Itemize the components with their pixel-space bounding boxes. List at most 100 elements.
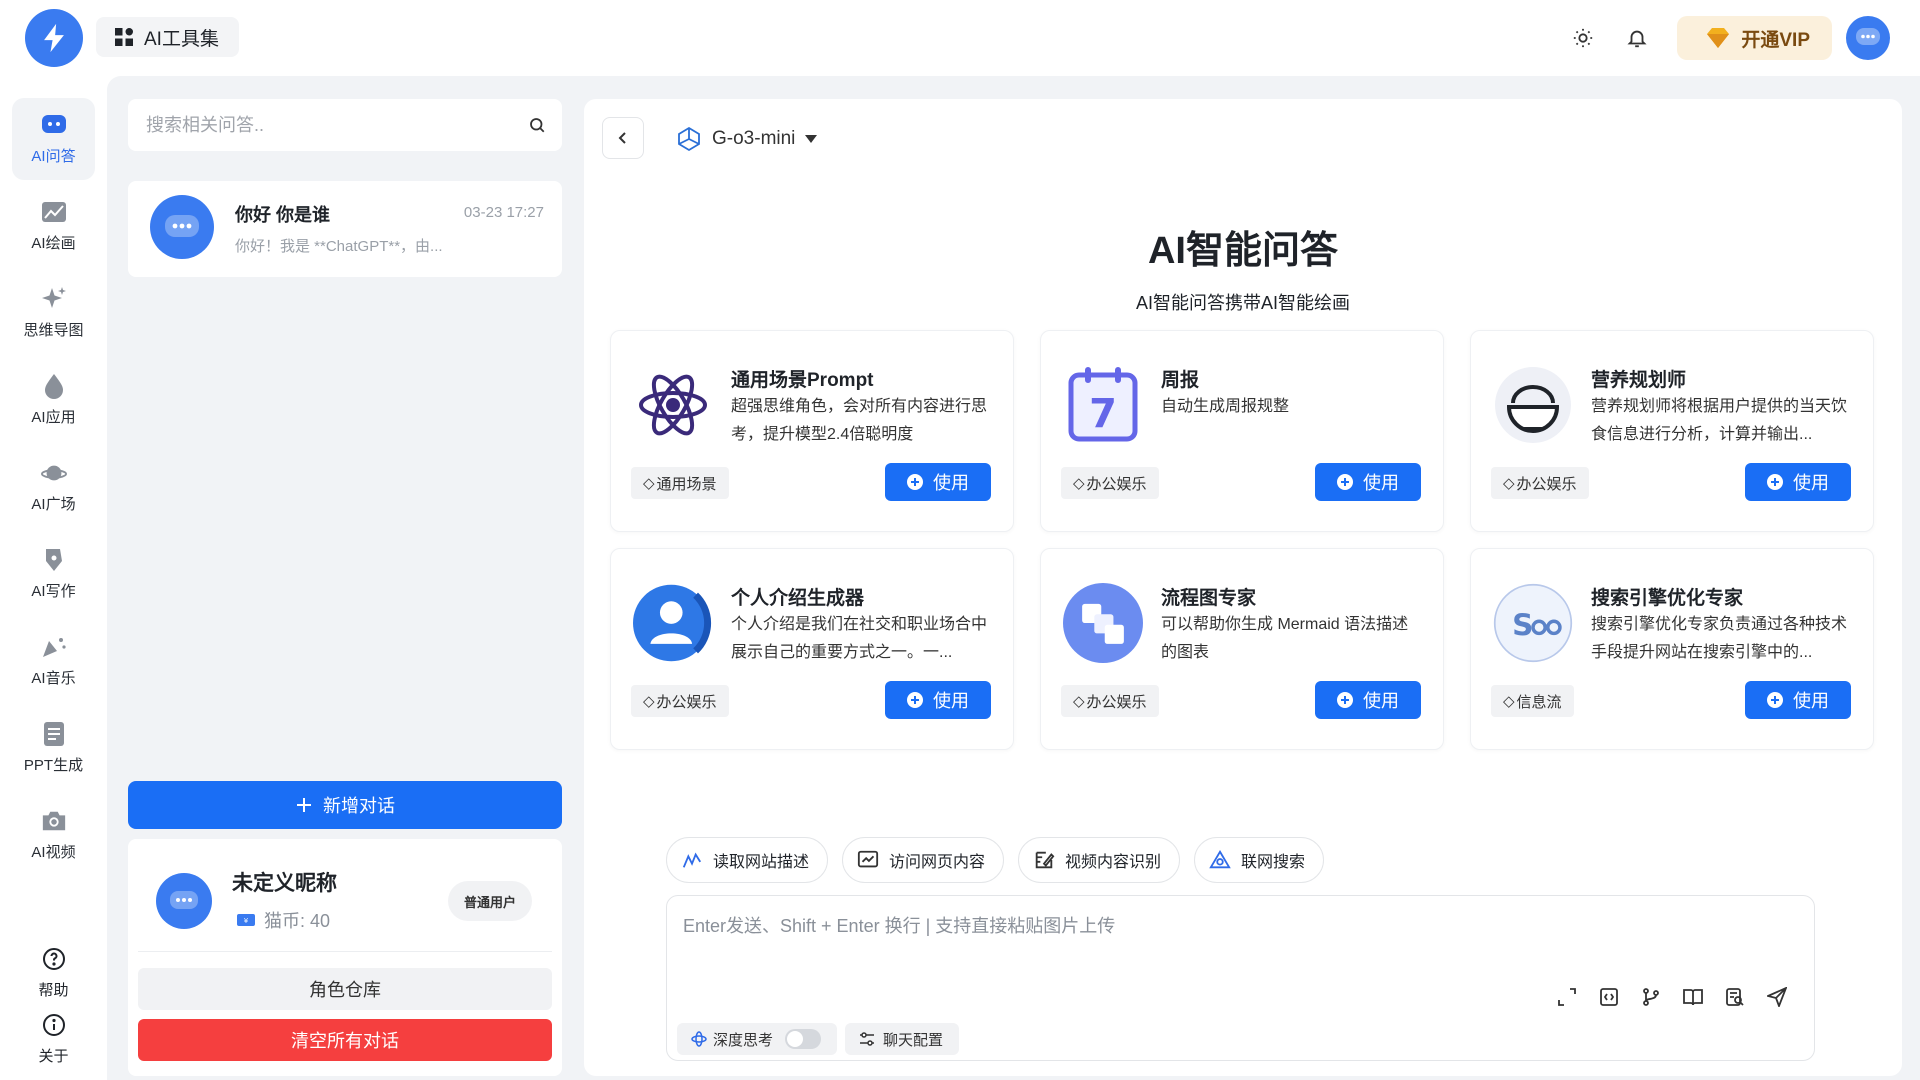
code-button[interactable]: [1598, 986, 1620, 1008]
chip-label: 读取网站描述: [713, 854, 810, 871]
role-library-button[interactable]: 角色仓库: [138, 968, 552, 1010]
nav-about[interactable]: 关于: [12, 1006, 95, 1072]
prompt-card[interactable]: 营养规划师 营养规划师将根据用户提供的当天饮食信息进行分析，计算并输出... ◇…: [1470, 330, 1874, 532]
bowl-icon: [1493, 365, 1573, 445]
chip-web-search[interactable]: 联网搜索: [1194, 837, 1325, 883]
tag-icon: ◇: [1073, 693, 1085, 710]
page-title: AI智能问答: [1147, 230, 1338, 272]
expand-icon: [1558, 988, 1576, 1006]
clear-all-button[interactable]: 清空所有对话: [138, 1019, 552, 1061]
file-search-icon: [1726, 988, 1744, 1006]
prompt-card[interactable]: 通用场景Prompt 超强思维角色，会对所有内容进行思考，提升模型2.4倍聪明度…: [610, 330, 1014, 532]
nav-item-ai-plaza[interactable]: AI广场: [12, 446, 95, 528]
image-icon: [41, 199, 67, 225]
nav-item-ai-video[interactable]: AI视频: [12, 794, 95, 876]
use-button[interactable]: 使用: [885, 463, 991, 501]
use-label: 使用: [1363, 473, 1399, 493]
chat-config-button[interactable]: 聊天配置: [845, 1023, 960, 1055]
tag-icon: ◇: [1503, 475, 1515, 492]
nav-item-ai-music[interactable]: AI音乐: [12, 620, 95, 702]
chip-label: 联网搜索: [1241, 854, 1306, 871]
svg-text:7: 7: [1089, 391, 1117, 437]
card-title: 通用场景Prompt: [731, 370, 874, 391]
use-button[interactable]: 使用: [885, 681, 991, 719]
conversation-search: [128, 99, 562, 151]
deep-think-toggle[interactable]: 深度思考: [677, 1023, 838, 1055]
use-label: 使用: [1793, 473, 1829, 493]
model-selector[interactable]: G-o3-mini: [676, 121, 818, 157]
plus-circle-icon: [1337, 692, 1353, 708]
conversation-preview: 你好！我是 **ChatGPT**，由...: [235, 238, 443, 255]
chip-video-recognition[interactable]: 视频内容识别: [1018, 837, 1181, 883]
sparkle-icon: [41, 286, 67, 312]
user-avatar-top[interactable]: [1846, 16, 1890, 60]
sun-icon: [1574, 28, 1593, 48]
nav-item-ai-painting[interactable]: AI绘画: [12, 185, 95, 267]
chat-bubble-icon: [41, 112, 67, 138]
prompt-card[interactable]: 7 周报 自动生成周报规整 ◇ 办公娱乐 使用: [1040, 330, 1444, 532]
card-tag-label: 办公娱乐: [1086, 693, 1147, 711]
model-name: G-o3-mini: [712, 128, 796, 149]
help-label: 帮助: [38, 982, 69, 999]
chip-read-site[interactable]: 读取网站描述: [666, 837, 829, 883]
prompt-card[interactable]: S 搜索引擎优化专家 搜索引擎优化专家负责通过各种技术手段提升网站在搜索引擎中的…: [1470, 548, 1874, 750]
prompt-card[interactable]: 个人介绍生成器 个人介绍是我们在社交和职业场合中展示自己的重要方式之一。一...…: [610, 548, 1014, 750]
chip-visit-page[interactable]: 访问网页内容: [842, 837, 1005, 883]
search-icon[interactable]: [528, 116, 546, 134]
prompt-card[interactable]: 流程图专家 可以帮助你生成 Mermaid 语法描述的图表 ◇ 办公娱乐 使用: [1040, 548, 1444, 750]
nav-item-ai-qa[interactable]: AI问答: [12, 98, 95, 180]
conversation-item[interactable]: 你好 你是谁 03-23 17:27 你好！我是 **ChatGPT**，由..…: [128, 181, 562, 277]
nav-label: AI写作: [31, 583, 76, 600]
plus-circle-icon: [907, 692, 923, 708]
tag-icon: ◇: [1503, 693, 1515, 710]
document-icon: [41, 721, 67, 747]
expand-button[interactable]: [1556, 986, 1578, 1008]
nav-label: 思维导图: [23, 322, 84, 339]
seo-icon: S: [1493, 583, 1573, 663]
use-button[interactable]: 使用: [1745, 463, 1851, 501]
card-desc: 个人介绍是我们在社交和职业场合中展示自己的重要方式之一。一...: [731, 616, 988, 661]
chat-dots-icon: [1856, 28, 1880, 45]
vip-label: 开通VIP: [1741, 29, 1810, 51]
nav-help[interactable]: 帮助: [12, 940, 95, 1006]
use-label: 使用: [933, 691, 969, 711]
atom-small-icon: [691, 1031, 707, 1047]
card-tag-label: 信息流: [1516, 693, 1562, 711]
diamond-icon: [1707, 28, 1730, 48]
nav-label: AI绘画: [31, 235, 76, 252]
card-desc: 可以帮助你生成 Mermaid 语法描述的图表: [1161, 616, 1409, 661]
new-chat-button[interactable]: 新增对话: [128, 781, 562, 829]
deep-think-switch[interactable]: [785, 1029, 822, 1049]
input-toolbar: [1556, 986, 1788, 1008]
send-button[interactable]: [1766, 986, 1788, 1008]
search-input[interactable]: [146, 114, 528, 136]
chip-label: 访问网页内容: [889, 854, 986, 871]
card-tag: ◇ 通用场景: [631, 467, 729, 499]
use-button[interactable]: 使用: [1745, 681, 1851, 719]
nav-item-ai-apps[interactable]: AI应用: [12, 359, 95, 441]
back-button[interactable]: [602, 117, 644, 159]
notification-button[interactable]: [1623, 24, 1651, 52]
theme-toggle-button[interactable]: [1569, 24, 1597, 52]
message-input[interactable]: [683, 912, 1783, 972]
nav-label: PPT生成: [23, 757, 84, 774]
knowledge-button[interactable]: [1682, 986, 1704, 1008]
branch-button[interactable]: [1640, 986, 1662, 1008]
use-button[interactable]: 使用: [1315, 681, 1421, 719]
svg-text:S: S: [1512, 608, 1533, 642]
nav-item-ppt[interactable]: PPT生成: [12, 707, 95, 789]
plus-icon: [297, 798, 311, 812]
app-logo[interactable]: [25, 9, 83, 67]
new-chat-label: 新增对话: [323, 796, 395, 816]
left-nav: AI问答 AI绘画 思维导图 AI应用 AI广场 AI写作 AI音乐 PPT生成…: [0, 76, 107, 1080]
page-subtitle: AI智能问答携带AI智能绘画: [1135, 293, 1350, 313]
nav-item-ai-writing[interactable]: AI写作: [12, 533, 95, 615]
user-avatar[interactable]: [156, 873, 212, 929]
card-desc: 自动生成周报规整: [1161, 398, 1290, 415]
help-icon: [41, 946, 67, 972]
vip-button[interactable]: 开通VIP: [1677, 16, 1832, 60]
nav-item-mind-map[interactable]: 思维导图: [12, 272, 95, 354]
attachment-button[interactable]: [1724, 986, 1746, 1008]
use-button[interactable]: 使用: [1315, 463, 1421, 501]
ai-tools-button[interactable]: AI工具集: [96, 17, 239, 57]
